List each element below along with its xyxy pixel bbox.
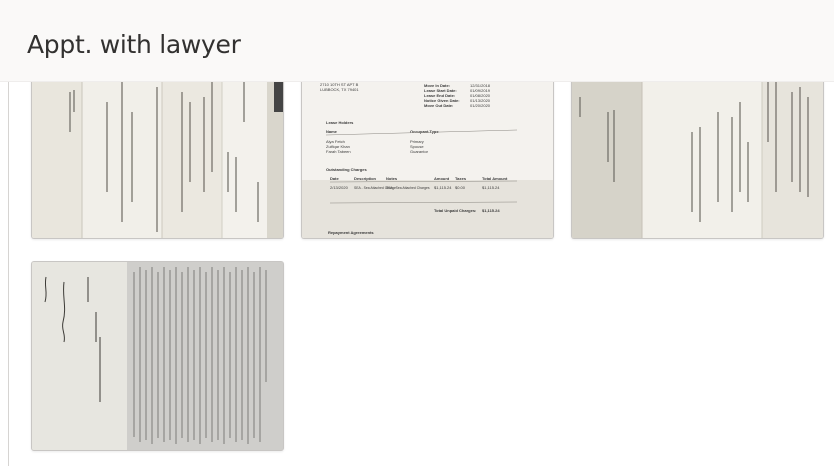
- svg-text:Name: Name: [326, 129, 338, 134]
- photo-3-image: [572, 72, 823, 238]
- doc-lease-holders-heading: Lease Holders: [326, 120, 354, 125]
- doc-outstanding-heading: Outstanding Charges: [326, 167, 367, 172]
- doc-total-value: $1,115.24: [482, 208, 500, 213]
- svg-text:Taxes: Taxes: [455, 176, 467, 181]
- svg-text:Total Amount: Total Amount: [482, 176, 508, 181]
- svg-text:Amount: Amount: [434, 176, 450, 181]
- svg-text:$0.00: $0.00: [455, 185, 466, 190]
- svg-text:Description: Description: [354, 176, 377, 181]
- svg-text:$1,115.24: $1,115.24: [434, 185, 452, 190]
- svg-text:Guarantor: Guarantor: [410, 149, 429, 154]
- photo-2-image: 2710 10TH ST APT B LUBBOCK, TX 79401 Mov…: [302, 72, 553, 238]
- photo-1-image: [32, 72, 283, 238]
- left-divider: [8, 82, 9, 466]
- photo-4-image: [32, 262, 283, 450]
- svg-text:$1,115.24: $1,115.24: [482, 185, 500, 190]
- svg-text:SEA - Sea Attached Charges: SEA - Sea Attached Charges: [386, 186, 430, 190]
- svg-text:Move Out Date:: Move Out Date:: [424, 103, 453, 108]
- photo-thumbnail-1[interactable]: [31, 72, 284, 239]
- doc-address-line-2: LUBBOCK, TX 79401: [320, 87, 359, 92]
- svg-text:Date: Date: [330, 176, 339, 181]
- svg-text:2/13/2020: 2/13/2020: [330, 185, 349, 190]
- photo-thumbnail-3[interactable]: [571, 72, 824, 239]
- photo-thumbnail-2[interactable]: 2710 10TH ST APT B LUBBOCK, TX 79401 Mov…: [301, 72, 554, 239]
- doc-total-label: Total Unpaid Charges:: [434, 208, 476, 213]
- svg-text:Occupant Type: Occupant Type: [410, 129, 439, 134]
- page-header: Appt. with lawyer: [0, 0, 834, 82]
- doc-repayment-heading: Repayment Agreements: [328, 230, 374, 235]
- svg-text:01/20/2020: 01/20/2020: [470, 103, 491, 108]
- svg-text:Farah Tabeen: Farah Tabeen: [326, 149, 351, 154]
- page-title: Appt. with lawyer: [27, 30, 241, 59]
- photo-thumbnail-4[interactable]: [31, 261, 284, 451]
- svg-text:Notes: Notes: [386, 176, 398, 181]
